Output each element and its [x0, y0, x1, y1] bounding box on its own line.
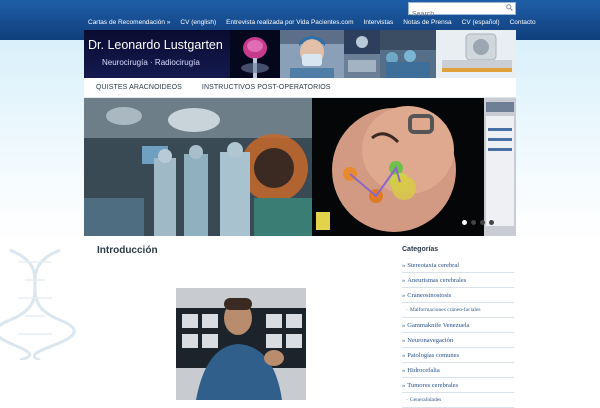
category-label: Malformaciones cráneo-faciales [409, 307, 481, 313]
surgeon-portrait-image [280, 30, 344, 78]
nav-item-notas-prensa[interactable]: Notas de Prensa [403, 19, 451, 26]
neuronavigation-slide [312, 98, 484, 236]
site-name: Dr. Leonardo Lustgarten [88, 38, 223, 52]
bullet-icon: · [406, 397, 408, 403]
main-nav: Cartas de Recomendación » CV (english) E… [84, 14, 536, 30]
sidebar-category-link[interactable]: » Tumores cerebrales [402, 378, 514, 393]
bullet-icon: » [402, 261, 406, 269]
sidebar-category-link[interactable]: » Stereotaxia cerebral [402, 258, 514, 273]
category-label: Hidrocefalia [407, 366, 440, 374]
category-label: Stereotaxia cerebral [407, 261, 460, 269]
sidebar-subcategory-link[interactable]: · Generalidades [402, 393, 514, 408]
bullet-icon: » [402, 366, 406, 374]
radiosurgery-machine-image [436, 30, 516, 78]
slider-dot[interactable] [462, 220, 467, 225]
nav-item-cartas[interactable]: Cartas de Recomendación » [88, 19, 170, 26]
sidebar-category-link[interactable]: » Craneosinostosis [402, 288, 514, 303]
image-slider[interactable] [84, 98, 516, 236]
nav-item-entrevista[interactable]: Entrevista realizada por Vida Pacientes.… [226, 19, 353, 26]
sidebar-category-link[interactable]: » Gammaknife Venezuela [402, 318, 514, 333]
sidebar-subcategory-link[interactable]: · Malformaciones cráneo-faciales [402, 303, 514, 318]
menu-item-quistes[interactable]: QUISTES ARACNOIDEOS [96, 84, 182, 91]
category-label: Gammaknife Venezuela [407, 321, 470, 329]
header-banner: Dr. Leonardo Lustgarten Neurocirugía · R… [84, 30, 516, 78]
secondary-nav: QUISTES ARACNOIDEOS INSTRUCTIVOS POST-OP… [84, 78, 516, 98]
category-label: Craneosinostosis [407, 291, 452, 299]
category-label: Tumores cerebrales [407, 381, 459, 389]
bullet-icon: » [402, 276, 406, 284]
slider-pagination [462, 220, 494, 225]
nav-item-cv-espanol[interactable]: CV (español) [462, 19, 500, 26]
slider-dot[interactable] [471, 220, 476, 225]
nav-item-intervistas[interactable]: Intervistas [364, 19, 394, 26]
brain-scan-image [230, 30, 280, 78]
sidebar-category-link[interactable]: » Aneurismas cerebrales [402, 273, 514, 288]
bullet-icon: » [402, 351, 406, 359]
sidebar-category-link[interactable]: » Hidrocefalia [402, 363, 514, 378]
doctor-photo [176, 288, 306, 400]
site-subtitle: Neurocirugía · Radiocirugía [102, 58, 200, 67]
category-label: Neuronavegación [407, 336, 454, 344]
bullet-icon: » [402, 381, 406, 389]
nav-item-cv-english[interactable]: CV (english) [180, 19, 216, 26]
site-logo[interactable]: Dr. Leonardo Lustgarten Neurocirugía · R… [84, 30, 230, 78]
nav-item-contacto[interactable]: Contacto [510, 19, 536, 26]
operating-room-image [380, 30, 436, 78]
bullet-icon: » [402, 336, 406, 344]
bullet-icon: » [402, 291, 406, 299]
bullet-icon: · [406, 307, 408, 313]
sidebar-category-link[interactable]: » Neuronavegación [402, 333, 514, 348]
sidebar-category-link[interactable]: » Patologías comunes [402, 348, 514, 363]
category-label: Aneurismas cerebrales [407, 276, 467, 284]
surgery-collage-image [344, 30, 380, 78]
slider-dot[interactable] [480, 220, 485, 225]
page-title: Introducción [97, 245, 158, 256]
bullet-icon: » [402, 321, 406, 329]
search-icon[interactable] [506, 4, 513, 11]
software-panel-image [484, 98, 516, 236]
menu-item-instructivos[interactable]: INSTRUCTIVOS POST-OPERATORIOS [202, 84, 331, 91]
sidebar-title: Categorías [402, 246, 439, 253]
category-label: Patologías comunes [407, 351, 460, 359]
category-label: Generalidades [409, 397, 442, 403]
category-list: » Stereotaxia cerebral» Aneurismas cerebra… [402, 258, 514, 408]
operating-room-slide [84, 98, 312, 236]
slider-dot[interactable] [489, 220, 494, 225]
dna-decoration-icon [0, 248, 76, 360]
